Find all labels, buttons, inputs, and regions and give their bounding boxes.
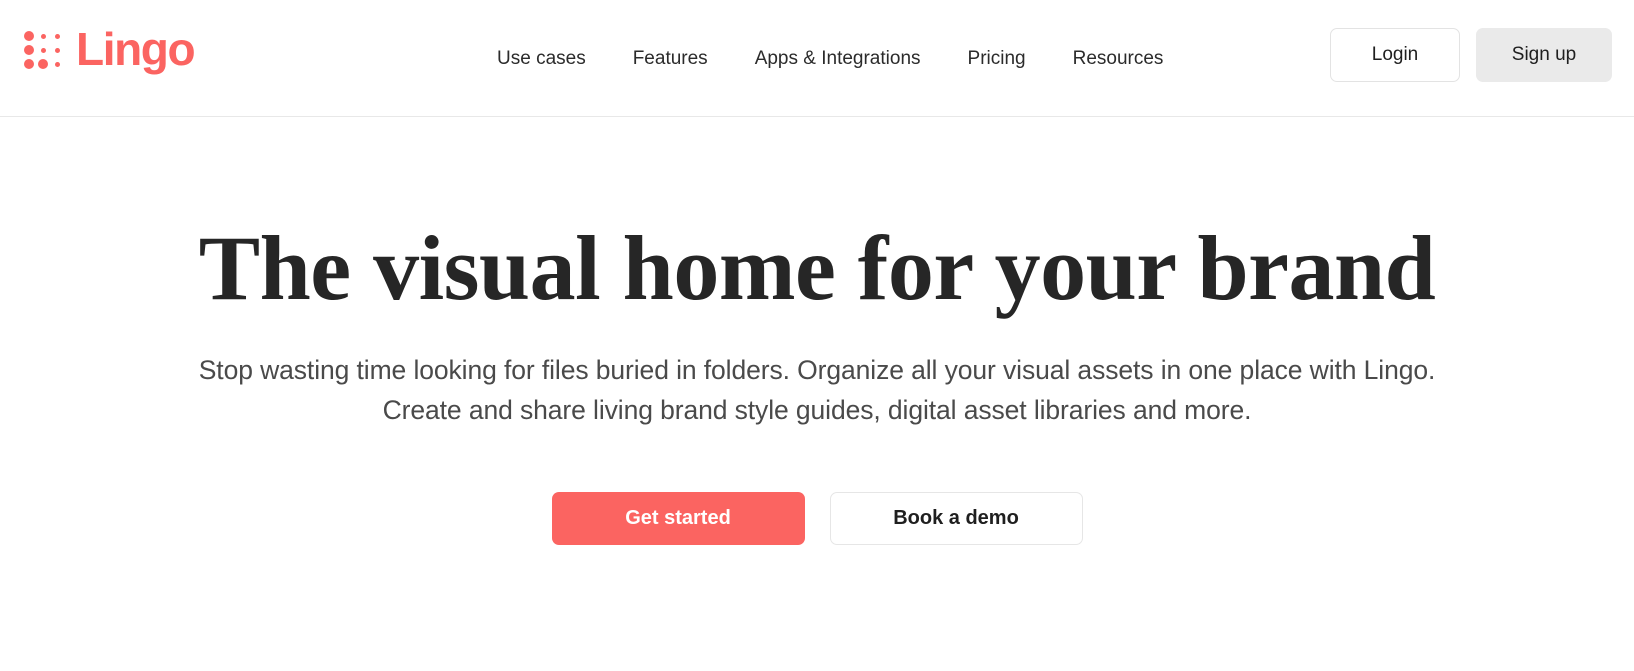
book-a-demo-button[interactable]: Book a demo (829, 492, 1083, 546)
brand-logo-link[interactable]: Lingo (22, 23, 196, 75)
signup-button[interactable]: Sign up (1476, 28, 1612, 82)
site-header: Lingo Use cases Features Apps & Integrat… (0, 0, 1634, 117)
login-button[interactable]: Login (1330, 28, 1460, 82)
get-started-button[interactable]: Get started (551, 492, 805, 546)
nav-item-features[interactable]: Features (633, 49, 708, 68)
lingo-dot-grid-icon (22, 29, 64, 71)
hero-headline: The visual home for your brand (198, 217, 1436, 319)
hero-cta-row: Get started Book a demo (0, 492, 1634, 546)
auth-actions: Login Sign up (1330, 28, 1612, 82)
hero-subheadline: Stop wasting time looking for files buri… (198, 354, 1436, 425)
primary-navigation: Use cases Features Apps & Integrations P… (497, 0, 1163, 117)
nav-item-apps-integrations[interactable]: Apps & Integrations (755, 49, 921, 68)
nav-item-resources[interactable]: Resources (1073, 49, 1164, 68)
brand-name: Lingo (76, 23, 196, 75)
nav-item-pricing[interactable]: Pricing (968, 49, 1026, 68)
hero-section: The visual home for your brand Stop wast… (0, 117, 1634, 546)
nav-item-use-cases[interactable]: Use cases (497, 49, 586, 68)
